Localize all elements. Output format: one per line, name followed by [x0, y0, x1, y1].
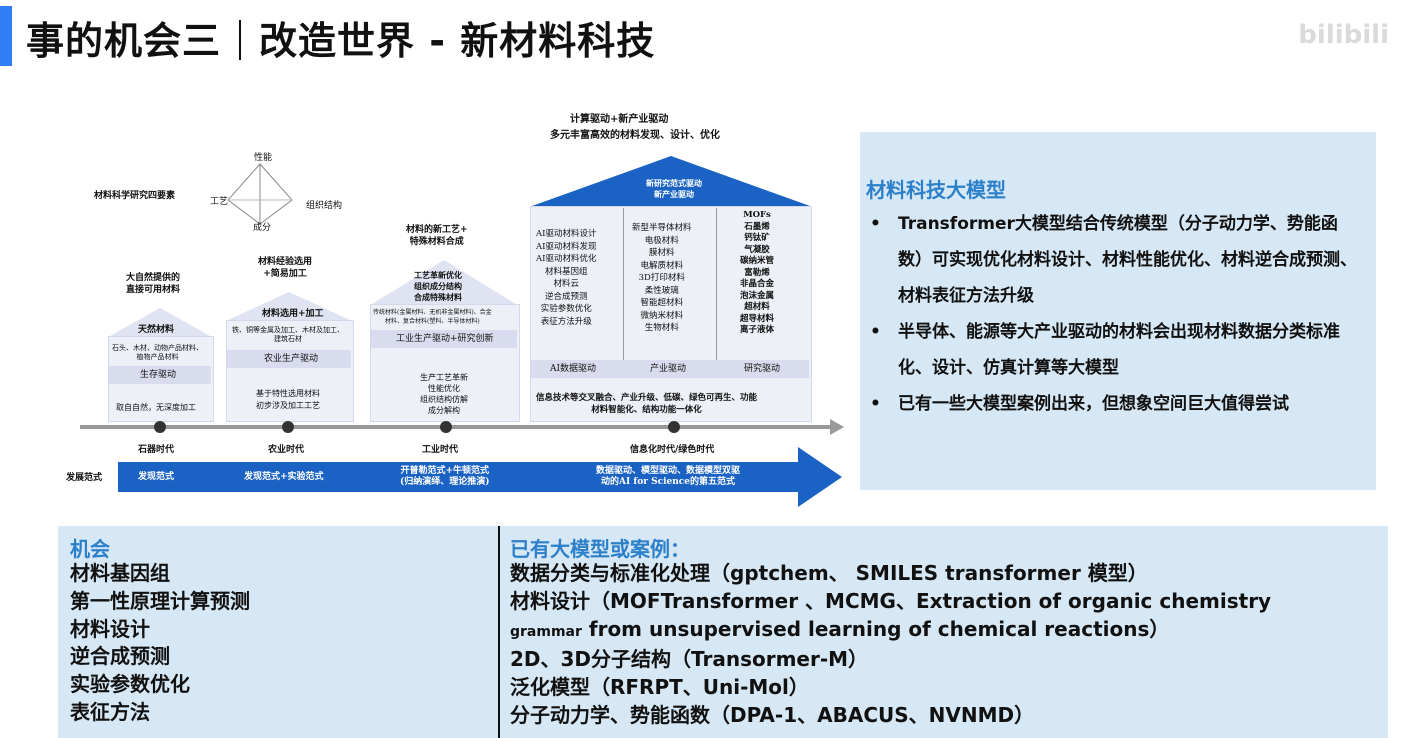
- house1-body-text: 石头、木材、动物产品材料、 植物产品材料: [112, 344, 203, 361]
- house2-caption: 材料经验选用 +简易加工: [258, 257, 313, 279]
- era-info: 信息化时代/绿色时代: [630, 445, 715, 455]
- house4-roof-text: 新研究范式驱动 新产业驱动: [646, 178, 702, 199]
- era-dot: [668, 421, 680, 433]
- llm-materials-panel: 材料科技大模型 • Transformer大模型结合传统模型（分子动力学、势能函数…: [860, 132, 1376, 490]
- era-dot: [154, 421, 166, 433]
- watermark-logo: bilibili: [1298, 20, 1389, 50]
- paradigm-4: 数据驱动、模型驱动、数据模型双驱 动的AI for Science的第五范式: [596, 466, 741, 487]
- opportunity-item: 实验参数优化: [70, 672, 190, 697]
- title-accent-bar: [0, 6, 12, 66]
- era-dot: [282, 421, 294, 433]
- pyramid-bottom: 成分: [253, 223, 272, 233]
- house3-band-text: 工业生产驱动+研究创新: [396, 334, 494, 344]
- paradigm-label: 发展范式: [66, 473, 103, 483]
- house4-band1: AI数据驱动: [550, 364, 597, 374]
- case-item: 材料设计（MOFTransformer 、MCMG、Extraction of …: [510, 588, 1272, 613]
- panel-bullet-item: • Transformer大模型结合传统模型（分子动力学、势能函数）可实现优化材料…: [866, 206, 1362, 314]
- era-stone: 石器时代: [138, 445, 175, 455]
- house3-caption: 材料的新工艺+ 特殊材料合成: [406, 225, 468, 247]
- panel-bullet-text: Transformer大模型结合传统模型（分子动力学、势能函数）可实现优化材料设…: [898, 214, 1357, 306]
- house1-caption: 大自然提供的 直接可用材料: [126, 273, 181, 295]
- title-left: 事的机会三: [26, 19, 222, 63]
- panel-bullet-list: • Transformer大模型结合传统模型（分子动力学、势能函数）可实现优化材料…: [866, 206, 1362, 422]
- house4-col2: 新型半导体材料 电极材料 膜材料 电解质材料 3D打印材料 柔性玻璃 智能超材料…: [632, 223, 692, 333]
- house4-col3: MOFs 石墨烯 钙钛矿 气凝胶 碳纳米管 富勒烯 非晶合金 泡沫金属 超材料 …: [740, 210, 775, 335]
- pyramid-right: 组织结构: [306, 201, 343, 211]
- bullet-icon: •: [870, 214, 881, 234]
- panel-bullet-item: • 半导体、能源等大产业驱动的材料会出现材料数据分类标准化、设计、仿真计算等大模型: [866, 314, 1362, 386]
- house2-band-text: 农业生产驱动: [264, 354, 319, 364]
- paradigm-1: 发现范式: [138, 472, 175, 482]
- cases-header: 已有大模型或案例：: [510, 537, 690, 561]
- pyramid-top: 性能: [254, 153, 273, 163]
- house4-note: 信息技术等交叉融合、产业升级、低碳、绿色可再生、功能 材料智能化、结构功能一体化: [536, 393, 758, 415]
- panel-bullet-text: 半导体、能源等大产业驱动的材料会出现材料数据分类标准化、设计、仿真计算等大模型: [898, 322, 1340, 378]
- house2-body-text: 铁、铜等金属及加工、木材及加工、 建筑石材: [232, 326, 344, 343]
- house3-body-text: 传统材料(金属材料、无机非金属材料)、合金 材料、复合材料(塑料、半导体材料): [373, 309, 492, 325]
- opportunity-item: 材料设计: [70, 616, 150, 641]
- table-divider: [498, 526, 500, 738]
- house4-col-divider-2: [716, 208, 717, 378]
- top-caption-1: 计算驱动+新产业驱动: [570, 114, 669, 125]
- timeline-arrow-icon: [830, 419, 844, 435]
- title-separator: [239, 20, 242, 60]
- panel-bullet-text: 已有一些大模型案例出来，但想象空间巨大值得尝试: [898, 394, 1289, 414]
- bullet-icon: •: [870, 322, 881, 342]
- bullet-icon: •: [870, 394, 881, 414]
- panel-title: 材料科技大模型: [866, 178, 1006, 202]
- case-item: 泛化模型（RFRPT、Uni-Mol）: [510, 675, 809, 700]
- opportunities-header: 机会: [70, 537, 110, 561]
- case-item-text: from unsupervised learning of chemical r…: [588, 616, 1170, 641]
- case-item: 2D、3D分子结构（Transormer-M）: [510, 647, 869, 672]
- case-lead-word: grammar: [510, 623, 582, 640]
- house1-label: 天然材料: [138, 325, 175, 335]
- house1-note: 取自自然，无深度加工: [116, 403, 196, 412]
- house4-col1: AI驱动材料设计 AI驱动材料发现 AI驱动材料优化 材料基因组 材料云 逆合成…: [536, 229, 597, 327]
- case-item: grammar from unsupervised learning of ch…: [510, 616, 1271, 647]
- case-item: 数据分类与标准化处理（gptchem、 SMILES transformer 模…: [510, 561, 1148, 585]
- house4-band3: 研究驱动: [744, 364, 781, 374]
- material-evolution-diagram: 计算驱动+新产业驱动 多元丰富高效的材料发现、设计、优化 性能 材料科学研究四要…: [60, 110, 850, 510]
- case-item: 分子动力学、势能函数（DPA-1、ABACUS、NVNMD）: [510, 702, 1035, 727]
- era-industrial: 工业时代: [422, 445, 459, 455]
- pyramid-left: 工艺: [210, 197, 229, 207]
- era-agri: 农业时代: [268, 445, 305, 455]
- house3-note: 生产工艺革新 性能优化 组织结构仿解 成分解构: [420, 373, 468, 415]
- opportunity-item: 第一性原理计算预测: [70, 588, 250, 613]
- slide-title: 事的机会三 改造世界 - 新材料科技: [26, 10, 655, 65]
- panel-bullet-item: • 已有一些大模型案例出来，但想象空间巨大值得尝试: [866, 386, 1362, 422]
- house4-band2: 产业驱动: [650, 364, 687, 374]
- era-dot: [440, 421, 452, 433]
- house4-col-divider-1: [623, 208, 624, 378]
- cases-list: 数据分类与标准化处理（gptchem、 SMILES transformer 模…: [510, 560, 1271, 730]
- opportunity-item: 逆合成预测: [70, 644, 170, 669]
- top-caption-2: 多元丰富高效的材料发现、设计、优化: [550, 130, 720, 141]
- house3-label: 工艺革新优化 组织成分结构 合成特殊材料: [414, 270, 462, 302]
- pyramid-icon: [227, 163, 293, 225]
- house2-note: 基于特性选用材料 初步涉及加工工艺: [256, 389, 320, 410]
- opportunities-list: 材料基因组 第一性原理计算预测 材料设计 逆合成预测 实验参数优化 表征方法: [70, 560, 250, 727]
- paradigm-2: 发现范式+实验范式: [244, 472, 324, 482]
- paradigm-3: 开普勒范式+牛顿范式 (归纳演绎、理论推演): [400, 466, 490, 487]
- title-right: 改造世界 - 新材料科技: [259, 19, 656, 63]
- era-timeline: [80, 425, 830, 429]
- paradigm-arrow-icon: [798, 447, 842, 507]
- house1-band-text: 生存驱动: [140, 370, 177, 380]
- opportunity-item: 材料基因组: [70, 561, 170, 585]
- opportunity-item: 表征方法: [70, 699, 150, 724]
- house2-label: 材料选用+加工: [262, 309, 324, 319]
- four-elements-title: 材料科学研究四要素: [94, 191, 176, 201]
